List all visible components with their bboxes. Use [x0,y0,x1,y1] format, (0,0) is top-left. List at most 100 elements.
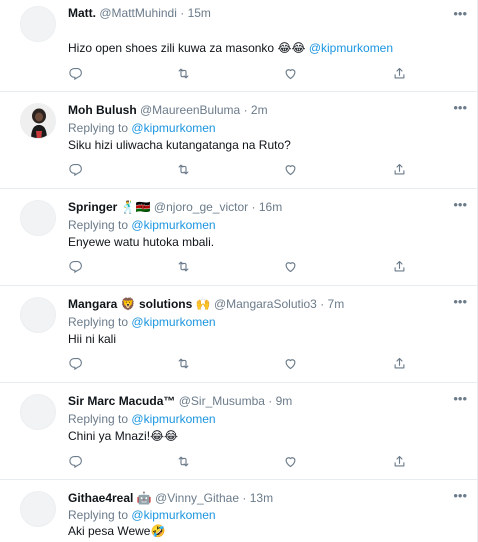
replying-to-link[interactable]: @kipmurkomen [131,412,215,426]
reply-icon[interactable] [68,66,84,82]
user-handle[interactable]: @Sir_Musumba [179,394,265,408]
retweet-icon[interactable] [176,66,192,82]
share-icon[interactable] [392,356,408,372]
tweet-actions [68,454,408,470]
display-name[interactable]: Moh Bulush [68,103,137,117]
separator-dot: · [243,103,248,117]
separator-dot: · [268,394,273,408]
timestamp[interactable]: 13m [250,491,273,505]
name-emoji: 🦁 solutions 🙌 [120,297,211,311]
reply-icon[interactable] [68,356,84,372]
tweet-header: Sir Marc Macuda™ @Sir_Musumba · 9m [68,393,453,409]
separator-dot: · [180,6,185,20]
replying-to-link[interactable]: @kipmurkomen [131,315,215,329]
tweet-header: Matt. @MattMuhindi · 15m [68,5,453,21]
avatar[interactable] [20,103,56,139]
replying-to-label: Replying to [68,121,129,135]
tweet-text: Chini ya Mnazi!😂😂 [68,429,179,443]
avatar[interactable] [20,6,56,42]
more-icon[interactable]: ••• [453,198,467,211]
tweet-text: Hii ni kali [68,332,117,346]
tweet[interactable]: Githae4real 🤖 @Vinny_Githae · 13m Replyi… [0,480,478,542]
user-handle[interactable]: @MattMuhindi [99,6,177,20]
display-name[interactable]: Githae4real [68,491,133,505]
reply-icon[interactable] [68,259,84,275]
avatar[interactable] [20,297,56,333]
replying-to-label: Replying to [68,218,129,232]
replying-to: Replying to @kipmurkomen [68,120,216,136]
tweet-header: Githae4real 🤖 @Vinny_Githae · 13m [68,490,453,506]
display-name[interactable]: Matt. [68,6,96,20]
avatar[interactable] [20,491,56,527]
name-emoji: 🤖 [136,491,152,505]
timestamp[interactable]: 15m [188,6,211,20]
share-icon[interactable] [392,259,408,275]
tweet-mention-link[interactable]: @kipmurkomen [309,41,393,55]
timestamp[interactable]: 16m [259,200,282,214]
tweet-header: Mangara 🦁 solutions 🙌 @MangaraSolutio3 ·… [68,296,453,312]
replying-to: Replying to @kipmurkomen [68,314,216,330]
more-icon[interactable]: ••• [453,7,467,20]
like-icon[interactable] [283,162,299,178]
user-handle[interactable]: @njoro_ge_victor [154,200,248,214]
replying-to-label: Replying to [68,508,129,522]
like-icon[interactable] [283,66,299,82]
separator-dot: · [320,297,325,311]
tweet-actions [68,356,408,372]
retweet-icon[interactable] [176,454,192,470]
more-icon[interactable]: ••• [453,489,467,502]
share-icon[interactable] [392,454,408,470]
like-icon[interactable] [283,259,299,275]
display-name[interactable]: Springer [68,200,117,214]
tweet-text: Enyewe watu hutoka mbali. [68,235,215,249]
tweet[interactable]: Moh Bulush @MaureenBuluma · 2m Replying … [0,92,478,189]
tweet-text: Hizo open shoes zili kuwa za masonko 😂😂 … [68,40,393,56]
user-handle[interactable]: @MangaraSolutio3 [214,297,317,311]
tweet-header: Springer 🕺🇰🇪 @njoro_ge_victor · 16m [68,199,453,215]
timestamp[interactable]: 2m [251,103,268,117]
replying-to: Replying to @kipmurkomen [68,217,216,233]
tweet-header: Moh Bulush @MaureenBuluma · 2m [68,102,453,118]
replying-to-link[interactable]: @kipmurkomen [131,121,215,135]
separator-dot: · [251,200,256,214]
retweet-icon[interactable] [176,259,192,275]
name-emoji: 🕺🇰🇪 [120,200,151,214]
tweet[interactable]: Mangara 🦁 solutions 🙌 @MangaraSolutio3 ·… [0,286,478,383]
tweet-actions [68,259,408,275]
like-icon[interactable] [283,454,299,470]
share-icon[interactable] [392,162,408,178]
display-name[interactable]: Sir Marc Macuda™ [68,394,175,408]
separator-dot: · [242,491,247,505]
reply-icon[interactable] [68,162,84,178]
timestamp[interactable]: 9m [276,394,293,408]
tweet[interactable]: Sir Marc Macuda™ @Sir_Musumba · 9m Reply… [0,383,478,480]
replying-to: Replying to @kipmurkomen [68,507,216,523]
avatar[interactable] [20,200,56,236]
tweet-text: Siku hizi uliwacha kutangatanga na Ruto? [68,138,291,152]
tweet-actions [68,66,408,82]
tweet[interactable]: Matt. @MattMuhindi · 15m ••• Hizo open s… [0,0,478,92]
more-icon[interactable]: ••• [453,295,467,308]
reply-icon[interactable] [68,454,84,470]
timestamp[interactable]: 7m [328,297,345,311]
retweet-icon[interactable] [176,356,192,372]
reply-feed: Matt. @MattMuhindi · 15m ••• Hizo open s… [0,0,478,542]
like-icon[interactable] [283,356,299,372]
avatar[interactable] [20,394,56,430]
replying-to-link[interactable]: @kipmurkomen [131,218,215,232]
more-icon[interactable]: ••• [453,392,467,405]
replying-to-label: Replying to [68,315,129,329]
tweet[interactable]: Springer 🕺🇰🇪 @njoro_ge_victor · 16m Repl… [0,189,478,286]
tweet-text: Aki pesa Wewe🤣 [68,524,166,538]
user-handle[interactable]: @Vinny_Githae [155,491,239,505]
retweet-icon[interactable] [176,162,192,178]
tweet-text-content: Hizo open shoes zili kuwa za masonko 😂😂 [68,41,306,55]
replying-to: Replying to @kipmurkomen [68,411,216,427]
display-name[interactable]: Mangara [68,297,117,311]
tweet-actions [68,162,408,178]
user-handle[interactable]: @MaureenBuluma [140,103,240,117]
replying-to-link[interactable]: @kipmurkomen [131,508,215,522]
replying-to-label: Replying to [68,412,129,426]
more-icon[interactable]: ••• [453,101,467,114]
share-icon[interactable] [392,66,408,82]
